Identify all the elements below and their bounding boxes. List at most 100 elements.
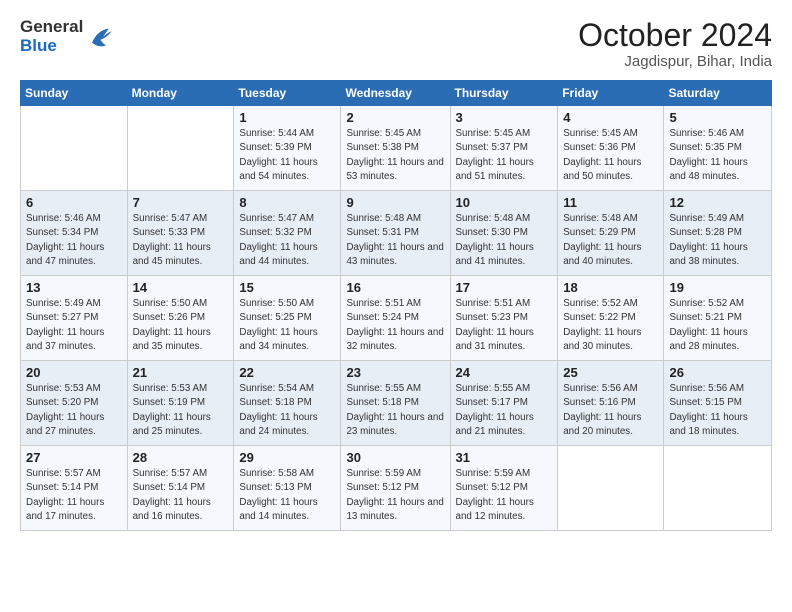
calendar-table: Sunday Monday Tuesday Wednesday Thursday…: [20, 80, 772, 531]
day-number: 27: [26, 450, 122, 465]
day-info: Sunrise: 5:56 AM Sunset: 5:15 PM Dayligh…: [669, 382, 766, 439]
calendar-cell: 17Sunrise: 5:51 AM Sunset: 5:23 PM Dayli…: [450, 276, 558, 361]
day-number: 22: [239, 365, 335, 380]
calendar-cell: 28 Sunrise: 5:57 AM Sunset: 5:14 PM Dayli…: [127, 446, 234, 531]
day-number: 28: [133, 450, 229, 465]
day-info: Sunrise: 5:46 AM Sunset: 5:35 PM Dayligh…: [669, 127, 766, 184]
calendar-cell: 16Sunrise: 5:51 AM Sunset: 5:24 PM Dayli…: [341, 276, 450, 361]
calendar-cell: [127, 106, 234, 191]
header: General Blue October 2024 Jagdispur, Bih…: [20, 18, 772, 70]
logo-blue-text: Blue: [20, 37, 83, 56]
day-info: Sunrise: 5:49 AM Sunset: 5:27 PM Dayligh…: [26, 297, 122, 354]
day-number: 24: [456, 365, 553, 380]
day-info: Sunrise: 5:45 AM Sunset: 5:37 PM Dayligh…: [456, 127, 553, 184]
day-info: Sunrise: 5:44 AM Sunset: 5:39 PM Dayligh…: [239, 127, 335, 184]
day-number: 1: [239, 110, 335, 125]
calendar-cell: 14 Sunrise: 5:50 AM Sunset: 5:26 PM Dayli…: [127, 276, 234, 361]
logo: General Blue: [20, 18, 113, 55]
day-number: 8: [239, 195, 335, 210]
day-number: 6: [26, 195, 122, 210]
day-info: Sunrise: 5:55 AM Sunset: 5:18 PM Dayligh…: [346, 382, 444, 439]
day-info: Sunrise: 5:59 AM Sunset: 5:12 PM Dayligh…: [456, 467, 553, 524]
day-number: 19: [669, 280, 766, 295]
col-sunday: Sunday: [21, 81, 128, 106]
calendar-cell: 25 Sunrise: 5:56 AM Sunset: 5:16 PM Dayli…: [558, 361, 664, 446]
calendar-cell: 22 Sunrise: 5:54 AM Sunset: 5:18 PM Dayli…: [234, 361, 341, 446]
day-info: Sunrise: 5:48 AM Sunset: 5:30 PM Dayligh…: [456, 212, 553, 269]
logo-general-text: General: [20, 18, 83, 37]
calendar-cell: 23 Sunrise: 5:55 AM Sunset: 5:18 PM Dayli…: [341, 361, 450, 446]
day-info: Sunrise: 5:52 AM Sunset: 5:21 PM Dayligh…: [669, 297, 766, 354]
calendar-cell: 27 Sunrise: 5:57 AM Sunset: 5:14 PM Dayli…: [21, 446, 128, 531]
month-title: October 2024: [578, 18, 772, 53]
week-row-5: 27 Sunrise: 5:57 AM Sunset: 5:14 PM Dayli…: [21, 446, 772, 531]
day-number: 13: [26, 280, 122, 295]
calendar-cell: 12 Sunrise: 5:49 AM Sunset: 5:28 PM Dayli…: [664, 191, 772, 276]
day-number: 20: [26, 365, 122, 380]
calendar-cell: 13 Sunrise: 5:49 AM Sunset: 5:27 PM Dayli…: [21, 276, 128, 361]
day-info: Sunrise: 5:49 AM Sunset: 5:28 PM Dayligh…: [669, 212, 766, 269]
day-info: Sunrise: 5:53 AM Sunset: 5:19 PM Dayligh…: [133, 382, 229, 439]
day-number: 21: [133, 365, 229, 380]
calendar-cell: 2 Sunrise: 5:45 AM Sunset: 5:38 PM Daylig…: [341, 106, 450, 191]
calendar-cell: 26 Sunrise: 5:56 AM Sunset: 5:15 PM Dayli…: [664, 361, 772, 446]
day-number: 2: [346, 110, 444, 125]
day-info: Sunrise: 5:45 AM Sunset: 5:38 PM Dayligh…: [346, 127, 444, 184]
location: Jagdispur, Bihar, India: [578, 53, 772, 70]
day-number: 29: [239, 450, 335, 465]
logo-bird-icon: [85, 23, 113, 51]
day-number: 4: [563, 110, 658, 125]
calendar-cell: 10 Sunrise: 5:48 AM Sunset: 5:30 PM Dayli…: [450, 191, 558, 276]
calendar-cell: 3 Sunrise: 5:45 AM Sunset: 5:37 PM Daylig…: [450, 106, 558, 191]
calendar-cell: 9Sunrise: 5:48 AM Sunset: 5:31 PM Daylig…: [341, 191, 450, 276]
day-info: Sunrise: 5:57 AM Sunset: 5:14 PM Dayligh…: [26, 467, 122, 524]
day-number: 14: [133, 280, 229, 295]
day-number: 23: [346, 365, 444, 380]
day-number: 10: [456, 195, 553, 210]
calendar-cell: 24 Sunrise: 5:55 AM Sunset: 5:17 PM Dayli…: [450, 361, 558, 446]
calendar-cell: 31 Sunrise: 5:59 AM Sunset: 5:12 PM Dayli…: [450, 446, 558, 531]
calendar-cell: 6 Sunrise: 5:46 AM Sunset: 5:34 PM Daylig…: [21, 191, 128, 276]
day-info: Sunrise: 5:57 AM Sunset: 5:14 PM Dayligh…: [133, 467, 229, 524]
week-row-3: 13 Sunrise: 5:49 AM Sunset: 5:27 PM Dayli…: [21, 276, 772, 361]
day-info: Sunrise: 5:48 AM Sunset: 5:29 PM Dayligh…: [563, 212, 658, 269]
calendar-cell: 19 Sunrise: 5:52 AM Sunset: 5:21 PM Dayli…: [664, 276, 772, 361]
calendar-cell: 18 Sunrise: 5:52 AM Sunset: 5:22 PM Dayli…: [558, 276, 664, 361]
day-number: 7: [133, 195, 229, 210]
title-block: October 2024 Jagdispur, Bihar, India: [578, 18, 772, 70]
day-info: Sunrise: 5:56 AM Sunset: 5:16 PM Dayligh…: [563, 382, 658, 439]
day-number: 26: [669, 365, 766, 380]
day-info: Sunrise: 5:50 AM Sunset: 5:26 PM Dayligh…: [133, 297, 229, 354]
calendar-cell: [558, 446, 664, 531]
calendar-cell: 7Sunrise: 5:47 AM Sunset: 5:33 PM Daylig…: [127, 191, 234, 276]
calendar-cell: 8Sunrise: 5:47 AM Sunset: 5:32 PM Daylig…: [234, 191, 341, 276]
day-info: Sunrise: 5:48 AM Sunset: 5:31 PM Dayligh…: [346, 212, 444, 269]
calendar-cell: 4Sunrise: 5:45 AM Sunset: 5:36 PM Daylig…: [558, 106, 664, 191]
day-info: Sunrise: 5:52 AM Sunset: 5:22 PM Dayligh…: [563, 297, 658, 354]
col-monday: Monday: [127, 81, 234, 106]
day-info: Sunrise: 5:46 AM Sunset: 5:34 PM Dayligh…: [26, 212, 122, 269]
day-number: 31: [456, 450, 553, 465]
week-row-1: 1 Sunrise: 5:44 AM Sunset: 5:39 PM Daylig…: [21, 106, 772, 191]
day-number: 12: [669, 195, 766, 210]
day-number: 3: [456, 110, 553, 125]
calendar-cell: 11Sunrise: 5:48 AM Sunset: 5:29 PM Dayli…: [558, 191, 664, 276]
calendar-cell: 15Sunrise: 5:50 AM Sunset: 5:25 PM Dayli…: [234, 276, 341, 361]
week-row-2: 6 Sunrise: 5:46 AM Sunset: 5:34 PM Daylig…: [21, 191, 772, 276]
day-info: Sunrise: 5:53 AM Sunset: 5:20 PM Dayligh…: [26, 382, 122, 439]
day-number: 18: [563, 280, 658, 295]
day-info: Sunrise: 5:58 AM Sunset: 5:13 PM Dayligh…: [239, 467, 335, 524]
calendar-cell: [21, 106, 128, 191]
calendar-cell: 20 Sunrise: 5:53 AM Sunset: 5:20 PM Dayli…: [21, 361, 128, 446]
day-info: Sunrise: 5:51 AM Sunset: 5:23 PM Dayligh…: [456, 297, 553, 354]
day-number: 30: [346, 450, 444, 465]
day-info: Sunrise: 5:54 AM Sunset: 5:18 PM Dayligh…: [239, 382, 335, 439]
day-info: Sunrise: 5:51 AM Sunset: 5:24 PM Dayligh…: [346, 297, 444, 354]
calendar-cell: 30Sunrise: 5:59 AM Sunset: 5:12 PM Dayli…: [341, 446, 450, 531]
day-number: 5: [669, 110, 766, 125]
col-friday: Friday: [558, 81, 664, 106]
col-saturday: Saturday: [664, 81, 772, 106]
calendar-cell: 21 Sunrise: 5:53 AM Sunset: 5:19 PM Dayli…: [127, 361, 234, 446]
day-number: 25: [563, 365, 658, 380]
day-info: Sunrise: 5:55 AM Sunset: 5:17 PM Dayligh…: [456, 382, 553, 439]
